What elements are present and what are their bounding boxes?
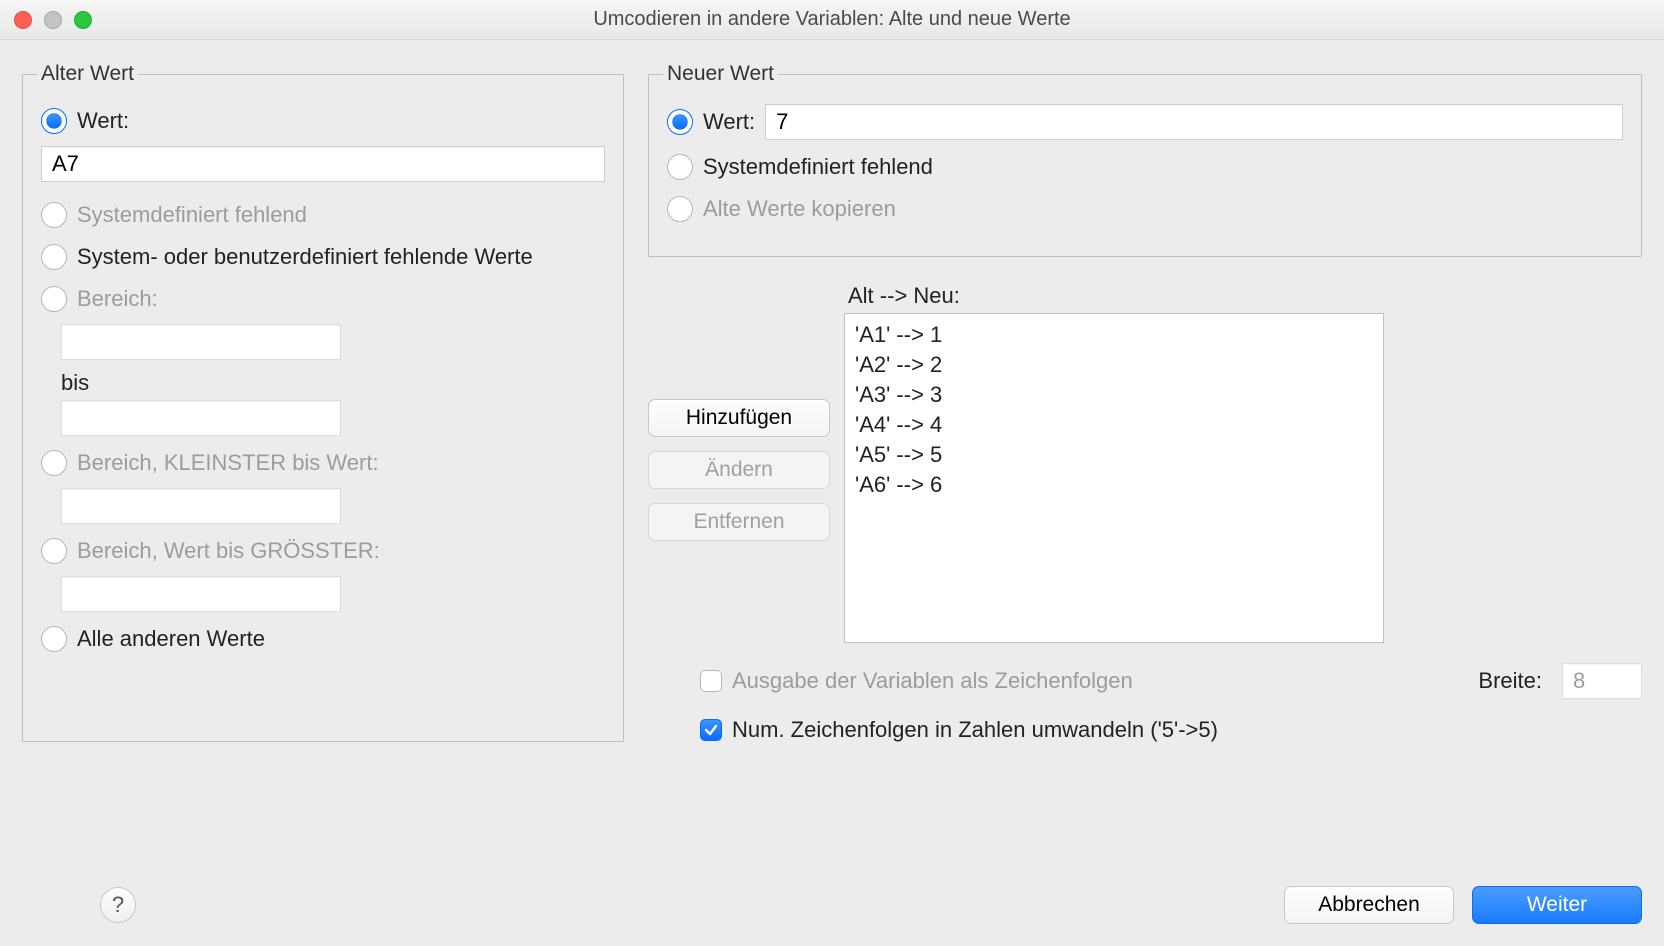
old-radio-all-other-label: Alle anderen Werte [77, 626, 265, 652]
continue-button[interactable]: Weiter [1472, 886, 1642, 924]
breite-input [1562, 663, 1642, 699]
list-item[interactable]: 'A6' --> 6 [855, 470, 1373, 500]
list-item[interactable]: 'A3' --> 3 [855, 380, 1373, 410]
new-radio-sysmissing-label: Systemdefiniert fehlend [703, 154, 933, 180]
bottom-bar: ? Abbrechen Weiter [22, 886, 1642, 924]
old-value-group: Alter Wert Wert: Systemdefiniert fehlend… [22, 62, 624, 742]
old-radio-value[interactable] [41, 108, 67, 134]
numeric-strings-checkbox[interactable] [700, 719, 722, 741]
old-radio-range-highest-label: Bereich, Wert bis GRÖSSTER: [77, 538, 380, 564]
zoom-icon[interactable] [74, 11, 92, 29]
old-value-input[interactable] [41, 146, 605, 182]
old-range-from-input [61, 324, 341, 360]
old-radio-all-other[interactable] [41, 626, 67, 652]
new-value-legend: Neuer Wert [663, 62, 778, 86]
old-radio-range-lowest-label: Bereich, KLEINSTER bis Wert: [77, 450, 379, 476]
mapping-label: Alt --> Neu: [848, 283, 1642, 309]
mapping-list[interactable]: 'A1' --> 1'A2' --> 2'A3' --> 3'A4' --> 4… [844, 313, 1384, 643]
old-value-legend: Alter Wert [37, 62, 138, 86]
old-radio-range[interactable] [41, 286, 67, 312]
cancel-button[interactable]: Abbrechen [1284, 886, 1454, 924]
old-radio-sysuser-missing-label: System- oder benutzerdefiniert fehlende … [77, 244, 533, 270]
list-item[interactable]: 'A2' --> 2 [855, 350, 1373, 380]
old-range-lowest-input [61, 488, 341, 524]
new-value-group: Neuer Wert Wert: Systemdefiniert fehlend… [648, 62, 1642, 257]
titlebar: Umcodieren in andere Variablen: Alte und… [0, 0, 1664, 40]
minimize-icon[interactable] [44, 11, 62, 29]
old-range-highest-input [61, 576, 341, 612]
breite-label: Breite: [1478, 668, 1542, 694]
old-radio-sysmissing[interactable] [41, 202, 67, 228]
traffic-lights [14, 11, 92, 29]
old-radio-range-highest[interactable] [41, 538, 67, 564]
list-item[interactable]: 'A5' --> 5 [855, 440, 1373, 470]
change-button[interactable]: Ändern [648, 451, 830, 489]
old-radio-sysmissing-label: Systemdefiniert fehlend [77, 202, 307, 228]
new-radio-copy[interactable] [667, 196, 693, 222]
close-icon[interactable] [14, 11, 32, 29]
add-button[interactable]: Hinzufügen [648, 399, 830, 437]
old-radio-range-label: Bereich: [77, 286, 158, 312]
output-as-string-label: Ausgabe der Variablen als Zeichenfolgen [732, 668, 1133, 694]
output-as-string-checkbox[interactable] [700, 670, 722, 692]
numeric-strings-label: Num. Zeichenfolgen in Zahlen umwandeln (… [732, 717, 1218, 743]
list-item[interactable]: 'A4' --> 4 [855, 410, 1373, 440]
new-radio-copy-label: Alte Werte kopieren [703, 196, 896, 222]
old-radio-value-label: Wert: [77, 108, 129, 134]
window-title: Umcodieren in andere Variablen: Alte und… [0, 8, 1664, 31]
new-value-input[interactable] [765, 104, 1623, 140]
old-radio-range-lowest[interactable] [41, 450, 67, 476]
old-range-bis-label: bis [61, 370, 605, 396]
help-button[interactable]: ? [100, 887, 136, 923]
new-radio-value[interactable] [667, 109, 693, 135]
old-range-to-input [61, 400, 341, 436]
new-radio-sysmissing[interactable] [667, 154, 693, 180]
old-radio-sysuser-missing[interactable] [41, 244, 67, 270]
window-content: Alter Wert Wert: Systemdefiniert fehlend… [0, 40, 1664, 946]
new-radio-value-label: Wert: [703, 109, 755, 135]
list-item[interactable]: 'A1' --> 1 [855, 320, 1373, 350]
remove-button[interactable]: Entfernen [648, 503, 830, 541]
